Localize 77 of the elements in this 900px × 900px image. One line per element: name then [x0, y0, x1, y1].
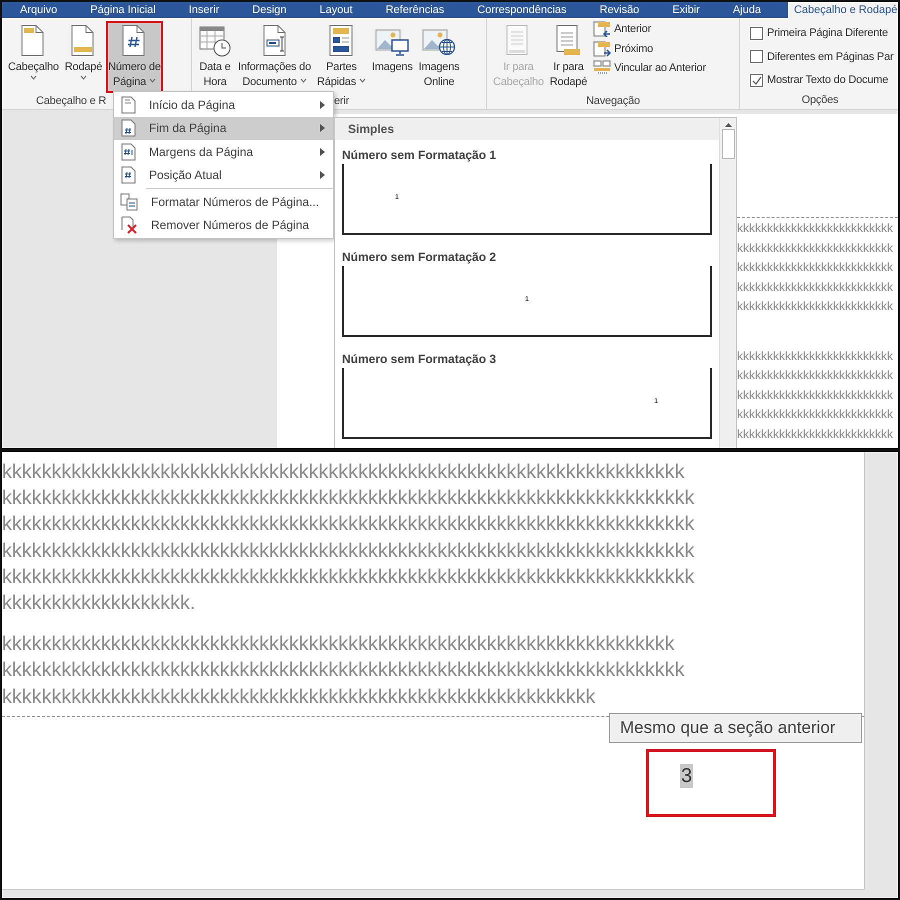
ribbon-tab[interactable]: Ajuda: [726, 2, 767, 18]
ribbon-tab[interactable]: Design: [246, 2, 293, 18]
ribbon-button[interactable]: Próximo: [593, 40, 706, 57]
group-label: Opções: [802, 93, 838, 108]
checkbox-label[interactable]: Primeira Página Diferente: [767, 25, 888, 42]
checkbox-label[interactable]: Mostrar Texto do Docume: [767, 72, 888, 88]
text-line: kkkkkkkkkkkkkkkkkkkkkkkkkk: [737, 298, 894, 315]
ribbon-button[interactable]: Partes Rápidas: [315, 21, 368, 93]
remove-page-icon: [120, 216, 138, 234]
text-line: kkkkkkkkkkkkkkkkkkk.: [2, 591, 196, 616]
menu-item[interactable]: Início da Página: [114, 93, 333, 116]
text-line: kkkkkkkkkkkkkkkkkkkkkkkkkkkkkkkkkkkkkkkkkkkkkkkkkkkkkkkkkkkkkkkkkkkkkk: [2, 564, 696, 590]
menu-item[interactable]: Remover Números de Página: [114, 214, 333, 237]
text-line: kkkkkkkkkkkkkkkkkkkkkkkkkk: [737, 406, 894, 423]
menu-item[interactable]: Posição Atual: [114, 164, 333, 187]
tooltip: Mesmo que a seção anterior: [609, 713, 862, 743]
submenu-arrow-icon: [320, 171, 325, 180]
text-line: kkkkkkkkkkkkkkkkkkkkkkkkkkkkkkkkkkkkkkkkkkkkkkkkkkkkkkkkkkkkkkkkkkkkk: [2, 658, 686, 684]
text-line: kkkkkkkkkkkkkkkkkkkkkkkkkk: [737, 259, 894, 276]
text-line: kkkkkkkkkkkkkkkkkkkkkkkkkk: [737, 348, 894, 364]
ribbon-tab[interactable]: Página Inicial: [84, 2, 162, 18]
ribbon-tab[interactable]: Inserir: [182, 2, 226, 18]
ribbon-button[interactable]: Rodapé: [62, 21, 104, 93]
text-line: kkkkkkkkkkkkkkkkkkkkkkkkkkkkkkkkkkkkkkkkkkkkkkkkkkkkkkkkkkkkkkkkkkkkkk: [2, 512, 696, 538]
document-lines-icon: [554, 24, 582, 57]
ribbon-button[interactable]: Anterior: [593, 21, 706, 38]
text-line: kkkkkkkkkkkkkkkkkkkkkkkkkk: [737, 278, 894, 296]
submenu-arrow-icon: [320, 100, 325, 109]
ribbon-button[interactable]: Vincular ao Anterior: [593, 60, 706, 76]
checkbox-label[interactable]: Diferentes em Páginas Par: [767, 48, 894, 65]
text-line: kkkkkkkkkkkkkkkkkkkkkkkkkkkkkkkkkkkkkkkkkkkkkkkkkkkkkkkkkkkk: [2, 684, 596, 710]
ribbon-button[interactable]: Data e Hora: [196, 21, 234, 93]
checkbox[interactable]: [750, 74, 763, 87]
text-line: kkkkkkkkkkkkkkkkkkkkkkkkkk: [737, 386, 894, 404]
gallery-item-title[interactable]: Número sem Formatação 2: [342, 247, 496, 266]
group-label: Cabeçalho e R: [36, 94, 106, 109]
ribbon-tab[interactable]: Exibir: [666, 2, 706, 18]
calendar-clock-icon: [198, 24, 232, 57]
ribbon-button[interactable]: Ir para Rodapé: [548, 21, 590, 93]
ribbon-button[interactable]: Cabeçalho: [6, 21, 61, 93]
ribbon-button[interactable]: Número de Página: [106, 21, 163, 93]
text-line: kkkkkkkkkkkkkkkkkkkkkkkkkkkkkkkkkkkkkkkkkkkkkkkkkkkkkkkkkkkkkkkkkkkkkk: [2, 486, 696, 512]
document-blocks-icon: [327, 24, 356, 57]
link-blocks-icon: [593, 60, 612, 76]
text-line: kkkkkkkkkkkkkkkkkkkkkkkkkkkkkkkkkkkkkkkkkkkkkkkkkkkkkkkkkkkkkkkkkkkkk: [2, 460, 686, 485]
checkbox[interactable]: [750, 26, 763, 40]
gallery-item-title[interactable]: Número sem Formatação 3: [342, 349, 496, 368]
text-line: kkkkkkkkkkkkkkkkkkkkkkkkkk: [737, 220, 894, 237]
ribbon-button[interactable]: Imagens Online: [416, 21, 462, 93]
text-line: kkkkkkkkkkkkkkkkkkkkkkkkkk: [737, 367, 894, 384]
ribbon-tab[interactable]: Referências: [380, 2, 450, 18]
ribbon-tab[interactable]: Correspondências: [471, 2, 573, 18]
format-page-icon: [120, 192, 138, 211]
checkbox[interactable]: [750, 50, 763, 64]
ribbon-tab[interactable]: Revisão: [594, 2, 646, 18]
scroll-up-icon: [724, 122, 732, 127]
scrollbar[interactable]: [719, 118, 736, 448]
ribbon-tab[interactable]: Layout: [314, 2, 359, 18]
ribbon-tab[interactable]: Cabeçalho e Rodapé: [788, 2, 898, 18]
menu-item[interactable]: Fim da Página: [114, 116, 333, 140]
text-line: kkkkkkkkkkkkkkkkkkkkkkkkkk: [737, 426, 894, 442]
page-number: 3: [680, 764, 694, 788]
gallery-item-title[interactable]: Número sem Formatação 1: [342, 145, 496, 164]
ribbon-button[interactable]: Imagens: [370, 21, 415, 93]
scroll-thumb[interactable]: [722, 129, 734, 159]
arrow-left-icon: [593, 21, 612, 38]
submenu-arrow-icon: [320, 124, 325, 132]
group-label: erir: [334, 94, 350, 109]
text-line: kkkkkkkkkkkkkkkkkkkkkkkkkk: [737, 240, 894, 256]
section-header: Simples: [335, 118, 719, 140]
text-line: kkkkkkkkkkkkkkkkkkkkkkkkkkkkkkkkkkkkkkkkkkkkkkkkkkkkkkkkkkkkkkkkkkkkkk: [2, 538, 696, 564]
group-label: Navegação: [586, 94, 640, 109]
arrow-right-icon: [593, 40, 612, 57]
ribbon-tab[interactable]: Arquivo: [14, 2, 64, 18]
menu-item[interactable]: Margens da Página: [114, 140, 333, 164]
text-line: kkkkkkkkkkkkkkkkkkkkkkkkkkkkkkkkkkkkkkkkkkkkkkkkkkkkkkkkkkkkkkkkkkkk: [2, 632, 676, 658]
submenu-arrow-icon: [320, 148, 325, 156]
